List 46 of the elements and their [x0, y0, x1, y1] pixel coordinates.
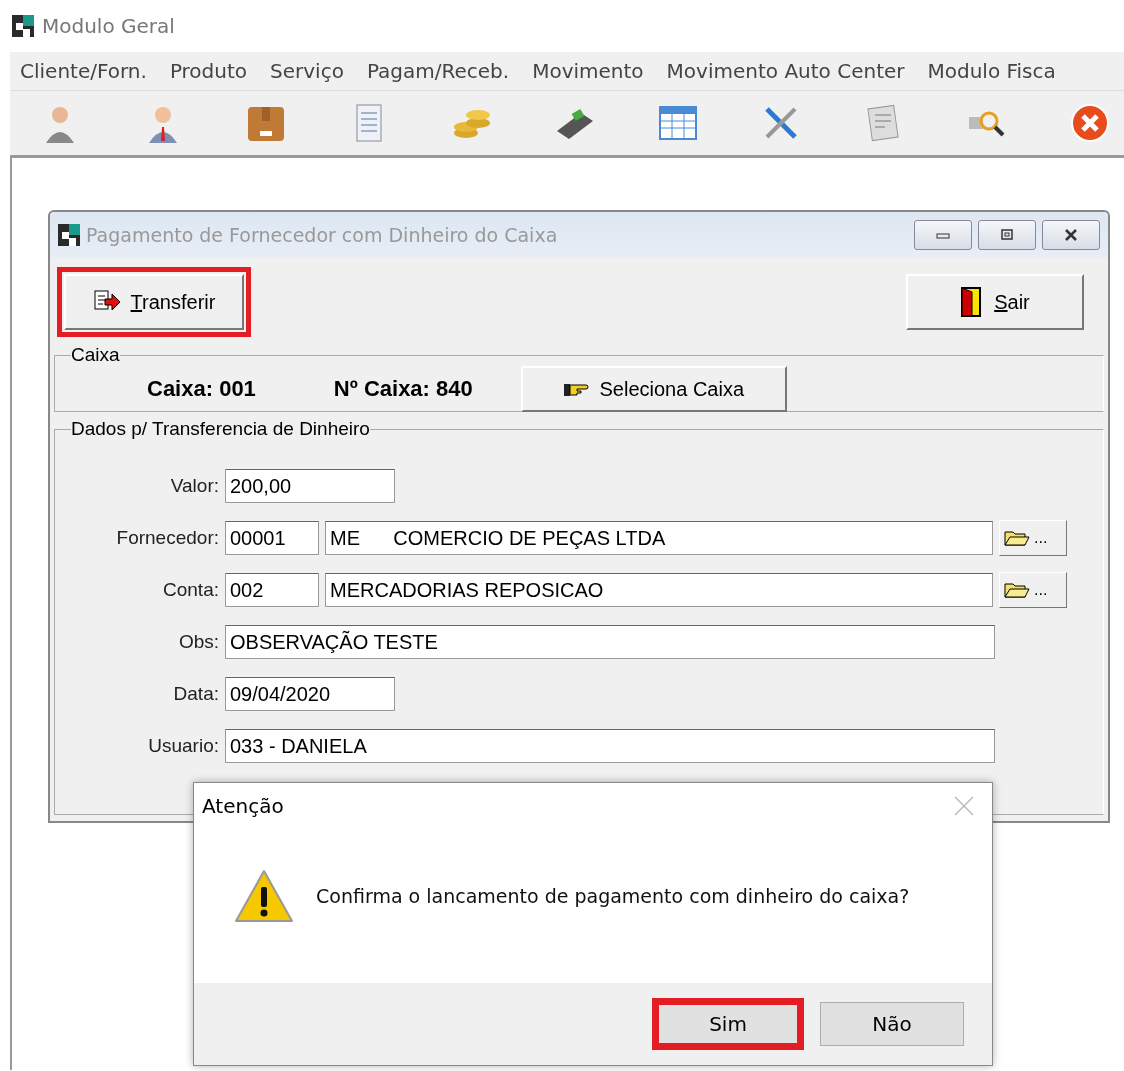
field-label: Fornecedor: — [115, 527, 219, 549]
menu-item[interactable]: Movimento — [522, 59, 657, 83]
group-title: Caixa — [71, 344, 120, 366]
window-title: Pagamento de Fornecedor com Dinheiro do Caixa — [86, 224, 558, 246]
window-title: Modulo Geral — [42, 14, 175, 38]
field-label: Usuario: — [147, 735, 219, 757]
input-field[interactable]: 09/04/2020 — [225, 677, 395, 711]
input-field[interactable]: OBSERVAÇÃO TESTE — [225, 625, 995, 659]
menu-item[interactable]: Produto — [159, 59, 261, 83]
select-register-button[interactable]: Seleciona Caixa — [520, 366, 787, 412]
close-button[interactable] — [1042, 220, 1100, 250]
browse-button[interactable]: ... — [999, 520, 1067, 556]
exit-button[interactable]: Sair — [906, 274, 1084, 330]
window-logo-icon — [58, 224, 80, 246]
dialog-title: Atenção — [202, 794, 284, 818]
cash-register-label: Caixa: 001 — [147, 376, 256, 402]
folder-icon — [1004, 581, 1030, 599]
close-icon — [1063, 229, 1079, 241]
field-label: Obs: — [177, 631, 219, 653]
code-field[interactable]: 00001 — [225, 521, 319, 555]
warning-icon — [234, 869, 294, 923]
restore-button[interactable] — [978, 220, 1036, 250]
input-field[interactable]: 200,00 — [225, 469, 395, 503]
field-label: Conta: — [162, 579, 219, 601]
group-title: Dados p/ Transferencia de Dinheiro — [71, 418, 370, 440]
dialog-button[interactable]: Não — [820, 1002, 964, 1046]
code-field[interactable]: 002 — [225, 573, 319, 607]
input-field[interactable]: 033 - DANIELA — [225, 729, 995, 763]
menu-item[interactable]: Serviço — [260, 59, 357, 83]
name-field[interactable]: ME COMERCIO DE PEÇAS LTDA — [325, 521, 993, 555]
minimize-button[interactable] — [914, 220, 972, 250]
dialog-message: Confirma o lancamento de pagamento com dinheiro do caixa? — [316, 885, 910, 907]
restore-icon — [999, 229, 1015, 241]
folder-icon — [1004, 529, 1030, 547]
minimize-icon — [935, 230, 951, 240]
menu-item[interactable]: Modulo Fisca — [917, 59, 1069, 83]
field-label: Valor: — [169, 475, 219, 497]
field-label: Data: — [172, 683, 219, 705]
close-icon[interactable] — [1068, 101, 1112, 145]
menu-item[interactable]: Pagam/Receb. — [356, 59, 523, 83]
menu-item[interactable]: Cliente/Forn. — [10, 59, 160, 83]
cash-register-number: Nº Caixa: 840 — [333, 376, 473, 402]
name-field[interactable]: MERCADORIAS REPOSICAO — [325, 573, 993, 607]
menu-item[interactable]: Movimento Auto Center — [656, 59, 918, 83]
browse-button[interactable]: ... — [999, 572, 1067, 608]
app-logo-icon — [12, 15, 34, 37]
